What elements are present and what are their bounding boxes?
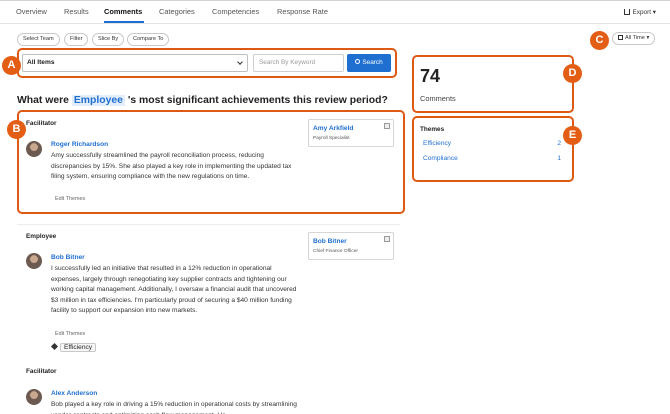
subject-title: Chief Finance Officer (313, 249, 358, 254)
comment-text: Bob played a key role in driving a 15% r… (51, 401, 297, 414)
theme-item-compliance[interactable]: Compliance (423, 155, 458, 162)
all-time-dropdown[interactable]: All Time ▾ (612, 32, 656, 45)
callout-a: A (2, 56, 21, 75)
comment-role: Employee (26, 233, 57, 240)
tab-comments[interactable]: Comments (104, 7, 142, 16)
callout-b: B (7, 120, 26, 139)
tab-results[interactable]: Results (64, 7, 89, 16)
chevron-down-icon (237, 59, 243, 65)
tag-icon (50, 342, 59, 351)
avatar (26, 253, 42, 269)
comment-text: I successfully led an initiative that re… (51, 265, 297, 314)
search-button[interactable]: Search (347, 54, 391, 72)
open-external-icon[interactable] (384, 123, 390, 129)
comment-author[interactable]: Alex Anderson (51, 390, 97, 397)
question-highlight: Employee (71, 95, 125, 106)
filter-button[interactable]: Filter (64, 33, 89, 46)
comment-count: 74 (420, 66, 441, 86)
tab-competencies[interactable]: Competencies (212, 7, 259, 16)
select-team-button[interactable]: Select Team (17, 33, 60, 46)
question-prefix: What were (17, 95, 69, 106)
theme-count-compliance: 1 (557, 155, 561, 162)
tab-response-rate[interactable]: Response Rate (277, 7, 328, 16)
question-heading: What were Employee 's most significant a… (17, 95, 388, 106)
search-button-label: Search (362, 59, 383, 66)
avatar (26, 141, 42, 157)
theme-tag[interactable]: Efficiency (50, 342, 97, 352)
export-label: Export (632, 9, 652, 16)
comment-role: Facilitator (26, 120, 57, 127)
open-external-icon[interactable] (384, 236, 390, 242)
callout-c: C (590, 31, 609, 50)
calendar-icon (618, 35, 623, 40)
question-suffix: 's most significant achievements this re… (127, 95, 388, 106)
comment-count-label: Comments (420, 94, 456, 103)
subject-card[interactable]: Amy Arkfield Payroll Specialist (308, 119, 394, 147)
theme-count-efficiency: 2 (557, 140, 561, 147)
subject-name: Bob Bitner (313, 238, 347, 245)
active-tab-indicator (104, 21, 144, 23)
comment-author[interactable]: Roger Richardson (51, 141, 108, 148)
theme-tag-label: Efficiency (60, 343, 97, 352)
search-icon (355, 59, 361, 64)
slice-by-button[interactable]: Slice By (92, 33, 125, 46)
edit-themes-link[interactable]: Edit Themes (55, 331, 85, 337)
all-time-label: All Time (625, 35, 645, 41)
divider (17, 224, 400, 225)
tab-bar: Overview Results Comments Categories Com… (0, 0, 670, 24)
export-button[interactable]: Export ▾ (623, 8, 656, 16)
items-select[interactable]: All Items (22, 54, 248, 72)
themes-title: Themes (420, 126, 445, 133)
keyword-search-input[interactable]: Search By Keyword (253, 54, 344, 72)
edit-themes-link[interactable]: Edit Themes (55, 196, 85, 202)
compare-to-button[interactable]: Compare To (127, 33, 170, 46)
theme-item-efficiency[interactable]: Efficiency (423, 140, 451, 147)
subject-title: Payroll Specialist (313, 136, 350, 141)
items-select-value: All Items (27, 59, 55, 66)
callout-e: E (563, 126, 582, 145)
tab-categories[interactable]: Categories (159, 7, 195, 16)
subject-card[interactable]: Bob Bitner Chief Finance Officer (308, 232, 394, 260)
comment-text: Amy successfully streamlined the payroll… (51, 152, 292, 180)
comment-author[interactable]: Bob Bitner (51, 254, 85, 261)
comment-role: Facilitator (26, 368, 57, 375)
tab-overview[interactable]: Overview (16, 7, 47, 16)
callout-d: D (563, 64, 582, 83)
subject-name: Amy Arkfield (313, 125, 354, 132)
avatar (26, 389, 42, 405)
download-icon (623, 9, 630, 15)
